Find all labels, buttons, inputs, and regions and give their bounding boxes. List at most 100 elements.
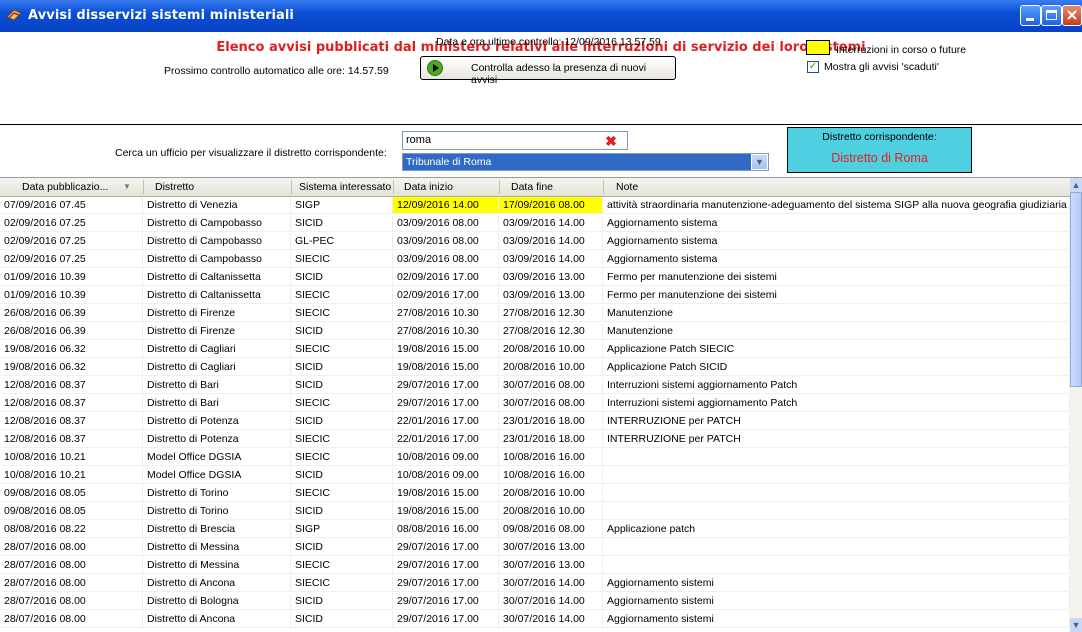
cell-note: INTERRUZIONE per PATCH <box>603 431 1070 448</box>
office-select[interactable]: Tribunale di Roma <box>402 153 769 171</box>
clear-search-icon[interactable]: ✖ <box>604 134 618 149</box>
cell-distretto: Distretto di Cagliari <box>143 359 291 376</box>
col-header-sistema[interactable]: Sistema interessato <box>299 181 391 193</box>
col-header-distretto[interactable]: Distretto <box>155 181 194 193</box>
cell-fine: 30/07/2016 08.00 <box>499 377 603 394</box>
table-row[interactable]: 09/08/2016 08.05 Distretto di Torino SICID… <box>0 503 1070 521</box>
cell-distretto: Distretto di Bari <box>143 395 291 412</box>
table-row[interactable]: 12/08/2016 08.37 Distretto di Bari SICID 29… <box>0 377 1070 395</box>
office-search-input[interactable]: roma <box>402 131 628 150</box>
table-row[interactable]: 10/08/2016 10.21 Model Office DGSIA SIECIC… <box>0 449 1070 467</box>
cell-fine: 17/09/2016 08.00 <box>499 197 603 214</box>
sort-desc-icon: ▼ <box>123 182 131 191</box>
table-row[interactable]: 01/09/2016 10.39 Distretto di Caltanisset… <box>0 287 1070 305</box>
cell-sistema: SICID <box>291 215 393 232</box>
notices-table: Data pubblicazio... ▼ Distretto Sistema … <box>0 178 1070 632</box>
cell-note <box>603 557 1070 574</box>
col-header-pub[interactable]: Data pubblicazio... <box>22 181 108 193</box>
show-expired-checkbox[interactable]: ✓ <box>807 61 819 73</box>
scroll-up-icon[interactable]: ▲ <box>1070 178 1082 192</box>
col-header-note[interactable]: Note <box>616 181 638 193</box>
cell-sistema: SIECIC <box>291 557 393 574</box>
district-label: Distretto corrispondente: <box>822 131 937 143</box>
table-row[interactable]: 12/08/2016 08.37 Distretto di Potenza SICI… <box>0 413 1070 431</box>
table-row[interactable]: 19/08/2016 06.32 Distretto di Cagliari SIC… <box>0 359 1070 377</box>
cell-fine: 30/07/2016 14.00 <box>499 575 603 592</box>
cell-pub: 01/09/2016 10.39 <box>0 287 143 304</box>
col-header-fine[interactable]: Data fine <box>511 181 553 193</box>
cell-sistema: SICID <box>291 377 393 394</box>
cell-sistema: SIECIC <box>291 305 393 322</box>
cell-pub: 19/08/2016 06.32 <box>0 359 143 376</box>
cell-distretto: Distretto di Bologna <box>143 593 291 610</box>
cell-sistema: SIECIC <box>291 449 393 466</box>
table-row[interactable]: 28/07/2016 08.00 Distretto di Messina SICI… <box>0 539 1070 557</box>
cell-sistema: SIECIC <box>291 341 393 358</box>
table-row[interactable]: 28/07/2016 08.00 Distretto di Messina SIEC… <box>0 557 1070 575</box>
cell-fine: 30/07/2016 08.00 <box>499 395 603 412</box>
cell-pub: 19/08/2016 06.32 <box>0 341 143 358</box>
cell-fine: 30/07/2016 14.00 <box>499 593 603 610</box>
table-row[interactable]: 19/08/2016 06.32 Distretto di Cagliari SIE… <box>0 341 1070 359</box>
scroll-down-icon[interactable]: ▼ <box>1070 618 1082 632</box>
cell-inizio: 03/09/2016 08.00 <box>393 251 499 268</box>
show-expired-label[interactable]: Mostra gli avvisi 'scaduti' <box>824 61 939 73</box>
cell-distretto: Distretto di Venezia <box>143 197 291 214</box>
table-row[interactable]: 12/08/2016 08.37 Distretto di Potenza SIEC… <box>0 431 1070 449</box>
table-row[interactable]: 02/09/2016 07.25 Distretto di Campobasso S… <box>0 215 1070 233</box>
cell-fine: 30/07/2016 13.00 <box>499 557 603 574</box>
table-row[interactable]: 12/08/2016 08.37 Distretto di Bari SIECIC 2… <box>0 395 1070 413</box>
cell-pub: 12/08/2016 08.37 <box>0 395 143 412</box>
cell-note: Applicazione Patch SICID <box>603 359 1070 376</box>
cell-note: INTERRUZIONE per PATCH <box>603 413 1070 430</box>
cell-fine: 20/08/2016 10.00 <box>499 503 603 520</box>
cell-pub: 26/08/2016 06.39 <box>0 323 143 340</box>
cell-sistema: SICID <box>291 611 393 628</box>
table-row[interactable]: 07/09/2016 07.45 Distretto di Venezia SIGP… <box>0 197 1070 215</box>
table-row[interactable]: 08/08/2016 08.22 Distretto di Brescia SIGP… <box>0 521 1070 539</box>
cell-inizio: 03/09/2016 08.00 <box>393 215 499 232</box>
chevron-down-icon[interactable]: ▼ <box>751 154 768 170</box>
cell-sistema: SICID <box>291 539 393 556</box>
cell-sistema: GL-PEC <box>291 233 393 250</box>
cell-inizio: 29/07/2016 17.00 <box>393 575 499 592</box>
close-button[interactable] <box>1062 5 1082 26</box>
cell-distretto: Distretto di Torino <box>143 503 291 520</box>
cell-sistema: SIECIC <box>291 395 393 412</box>
col-header-inizio[interactable]: Data inizio <box>404 181 453 193</box>
scroll-thumb[interactable] <box>1070 192 1082 387</box>
cell-note: attività straordinaria manutenzione-adeg… <box>603 197 1070 214</box>
table-row[interactable]: 01/09/2016 10.39 Distretto di Caltanisset… <box>0 269 1070 287</box>
cell-sistema: SICID <box>291 503 393 520</box>
cell-note <box>603 485 1070 502</box>
cell-pub: 02/09/2016 07.25 <box>0 215 143 232</box>
check-now-button[interactable]: Controlla adesso la presenza di nuovi av… <box>420 56 676 86</box>
play-icon <box>427 60 443 76</box>
cell-distretto: Distretto di Bari <box>143 377 291 394</box>
table-row[interactable]: 02/09/2016 07.25 Distretto di Campobasso S… <box>0 251 1070 269</box>
table-row[interactable]: 26/08/2016 06.39 Distretto di Firenze SICI… <box>0 323 1070 341</box>
minimize-button[interactable] <box>1020 5 1041 26</box>
table-row[interactable]: 28/07/2016 08.00 Distretto di Bologna SICI… <box>0 593 1070 611</box>
table-row[interactable]: 10/08/2016 10.21 Model Office DGSIA SICID 1… <box>0 467 1070 485</box>
table-row[interactable]: 26/08/2016 06.39 Distretto di Firenze SIEC… <box>0 305 1070 323</box>
table-row[interactable]: 28/07/2016 08.00 Distretto di Ancona SICID… <box>0 611 1070 629</box>
cell-note: Fermo per manutenzione dei sistemi <box>603 287 1070 304</box>
table-row[interactable]: 28/07/2016 08.00 Distretto di Ancona SIECI… <box>0 575 1070 593</box>
cell-distretto: Distretto di Cagliari <box>143 341 291 358</box>
cell-inizio: 27/08/2016 10.30 <box>393 323 499 340</box>
cell-inizio: 22/01/2016 17.00 <box>393 413 499 430</box>
cell-distretto: Model Office DGSIA <box>143 449 291 466</box>
table-row[interactable]: 02/09/2016 07.25 Distretto di Campobasso G… <box>0 233 1070 251</box>
table-row[interactable]: 09/08/2016 08.05 Distretto di Torino SIECI… <box>0 485 1070 503</box>
close-icon <box>1067 10 1077 20</box>
maximize-button[interactable] <box>1041 5 1062 26</box>
cell-pub: 07/09/2016 07.45 <box>0 197 143 214</box>
vertical-scrollbar[interactable]: ▲ ▼ <box>1070 178 1082 632</box>
cell-distretto: Distretto di Firenze <box>143 323 291 340</box>
cell-pub: 09/08/2016 08.05 <box>0 485 143 502</box>
district-value: Distretto di Roma <box>831 151 928 165</box>
cell-distretto: Distretto di Campobasso <box>143 233 291 250</box>
cell-pub: 28/07/2016 08.00 <box>0 593 143 610</box>
next-check-text: Prossimo controllo automatico alle ore: … <box>164 65 389 77</box>
